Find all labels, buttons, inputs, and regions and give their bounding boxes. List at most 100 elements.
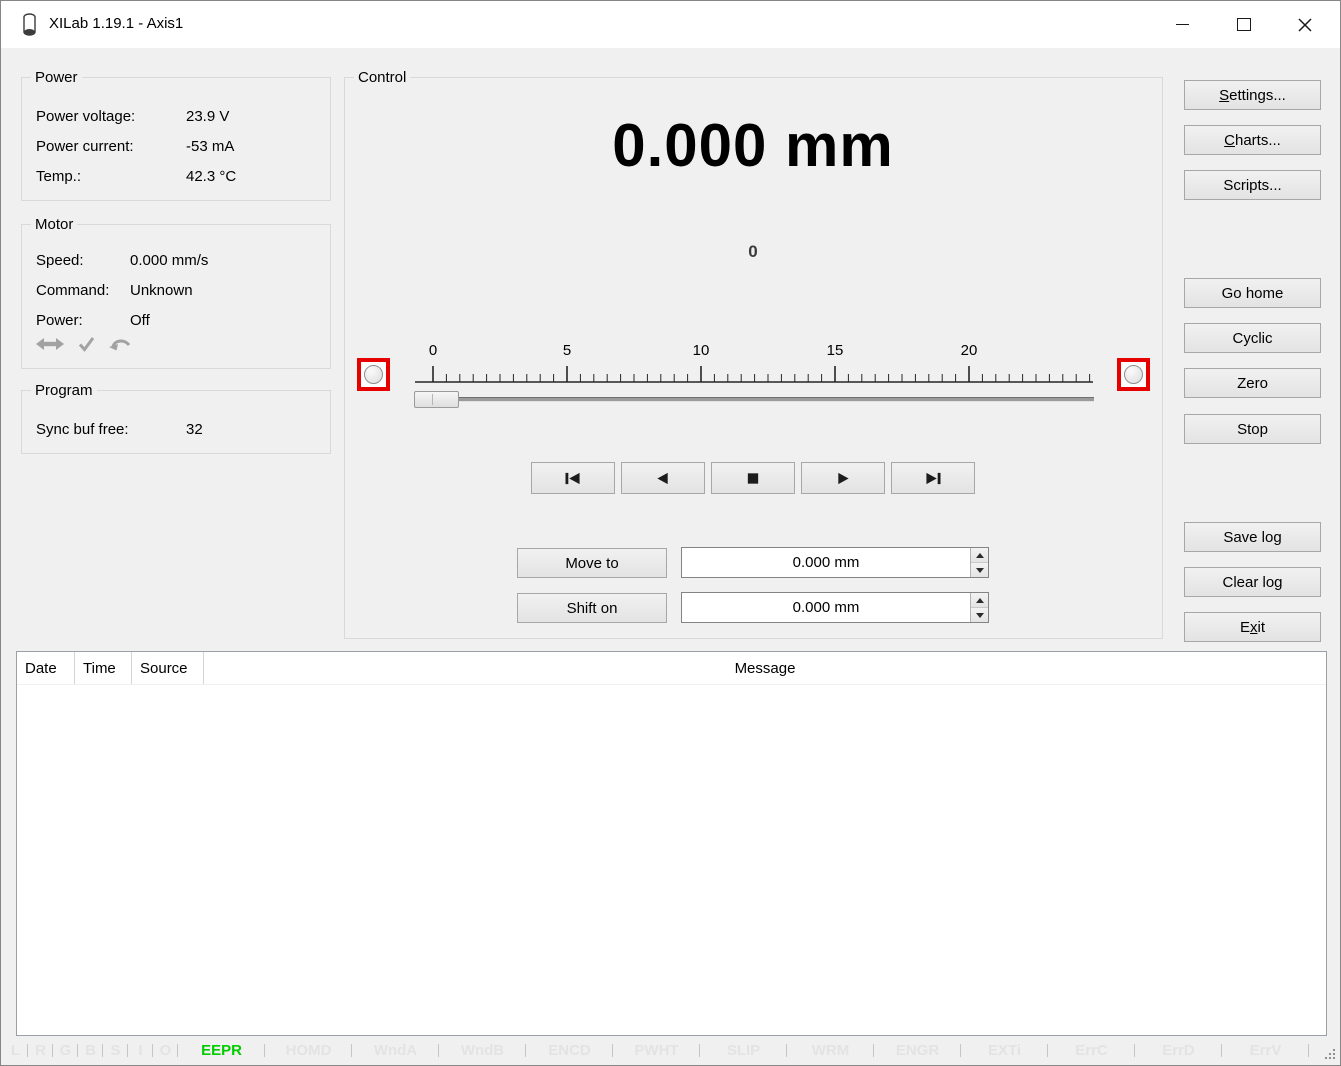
clear-log-button[interactable]: Clear log [1184, 567, 1321, 597]
move-to-button-label: Move to [565, 555, 618, 572]
left-limit-lamp-icon [364, 365, 383, 384]
charts-button-label: Charts... [1224, 132, 1281, 149]
status-bar: L R G B S I O EEPR HOMD WndA WndB ENCD P… [1, 1036, 1340, 1065]
clear-log-button-label: Clear log [1222, 574, 1282, 591]
power-current-label: Power current: [36, 138, 134, 155]
tick-label-0: 0 [429, 342, 437, 359]
status-flag: PWHT [613, 1036, 700, 1065]
encoder-display: 0 [344, 242, 1162, 262]
move-right-button[interactable] [801, 462, 885, 494]
resize-grip[interactable] [1324, 1048, 1336, 1060]
stop-button[interactable]: Stop [1184, 414, 1321, 444]
motor-status-icons [36, 335, 131, 353]
position-slider-track[interactable] [414, 392, 1094, 408]
log-column-time[interactable]: Time [75, 652, 132, 684]
save-log-button-label: Save log [1223, 529, 1281, 546]
right-limit-indicator [1117, 358, 1150, 391]
shift-on-value[interactable]: 0.000 mm [682, 593, 970, 622]
status-flag: B [78, 1036, 103, 1065]
sync-buf-label: Sync buf free: [36, 421, 129, 438]
power-current-value: -53 mA [186, 138, 234, 155]
slider-groove [414, 397, 1094, 402]
scripts-button-label: Scripts... [1223, 177, 1281, 194]
speed-label: Speed: [36, 252, 84, 269]
move-left-button[interactable] [621, 462, 705, 494]
xilab-window: XILab 1.19.1 - Axis1 Power Power voltage… [0, 0, 1341, 1066]
tick-label-20: 20 [961, 342, 978, 359]
speed-value: 0.000 mm/s [130, 252, 208, 269]
shift-on-spin-up-button[interactable] [971, 593, 988, 608]
settings-button-label: Settings... [1219, 87, 1286, 104]
ruler-ticks [414, 365, 1094, 384]
shift-on-spinner [970, 593, 988, 622]
log-column-source[interactable]: Source [132, 652, 204, 684]
charts-button[interactable]: Charts... [1184, 125, 1321, 155]
power-group-title: Power [31, 69, 82, 86]
log-column-message[interactable]: Message [204, 652, 1326, 684]
status-flag: ErrC [1048, 1036, 1135, 1065]
minimize-button[interactable] [1159, 1, 1206, 48]
log-column-date[interactable]: Date [17, 652, 75, 684]
left-right-arrow-icon [36, 335, 64, 353]
status-flag: ErrD [1135, 1036, 1222, 1065]
move-to-button[interactable]: Move to [517, 548, 667, 578]
power-voltage-label: Power voltage: [36, 108, 135, 125]
go-home-button[interactable]: Go home [1184, 278, 1321, 308]
position-slider-handle[interactable] [414, 391, 459, 408]
log-table-header: Date Time Source Message [17, 652, 1326, 685]
right-limit-lamp-icon [1124, 365, 1143, 384]
save-log-button[interactable]: Save log [1184, 522, 1321, 552]
play-left-icon [652, 471, 674, 486]
status-flag: ErrV [1222, 1036, 1309, 1065]
shift-on-button[interactable]: Shift on [517, 593, 667, 623]
motor-power-value: Off [130, 312, 150, 329]
play-right-icon [832, 471, 854, 486]
window-title: XILab 1.19.1 - Axis1 [49, 15, 183, 32]
status-flag: ENCD [526, 1036, 613, 1065]
settings-button[interactable]: Settings... [1184, 80, 1321, 110]
left-limit-indicator [357, 358, 390, 391]
move-to-left-border-button[interactable] [531, 462, 615, 494]
status-flag: I [128, 1036, 153, 1065]
status-flag: WndA [352, 1036, 439, 1065]
status-flag: EXTi [961, 1036, 1048, 1065]
temp-value: 42.3 °C [186, 168, 236, 185]
shift-on-input[interactable]: 0.000 mm [681, 592, 989, 623]
exit-button[interactable]: Exit [1184, 612, 1321, 642]
status-flag: SLIP [700, 1036, 787, 1065]
cyclic-button-label: Cyclic [1233, 330, 1273, 347]
stop-icon [742, 471, 764, 486]
position-display: 0.000 mm [344, 111, 1162, 180]
zero-button[interactable]: Zero [1184, 368, 1321, 398]
status-flag: EEPR [178, 1036, 265, 1065]
shift-on-spin-down-button[interactable] [971, 608, 988, 622]
close-button[interactable] [1281, 1, 1328, 48]
status-flag: ENGR [874, 1036, 961, 1065]
maximize-button[interactable] [1220, 1, 1267, 48]
checkmark-icon [78, 335, 95, 353]
maximize-icon [1237, 18, 1251, 31]
status-flag: G [53, 1036, 78, 1065]
power-voltage-value: 23.9 V [186, 108, 229, 125]
status-flag: WRM [787, 1036, 874, 1065]
status-flag: R [28, 1036, 53, 1065]
move-to-value[interactable]: 0.000 mm [682, 548, 970, 577]
shift-on-button-label: Shift on [567, 600, 618, 617]
move-to-spinner [970, 548, 988, 577]
motor-group-title: Motor [31, 216, 77, 233]
tick-label-15: 15 [827, 342, 844, 359]
stop-motion-button[interactable] [711, 462, 795, 494]
spin-down-icon [976, 568, 984, 573]
go-home-button-label: Go home [1222, 285, 1284, 302]
move-to-spin-up-button[interactable] [971, 548, 988, 563]
cyclic-button[interactable]: Cyclic [1184, 323, 1321, 353]
command-value: Unknown [130, 282, 193, 299]
move-to-spin-down-button[interactable] [971, 563, 988, 577]
spin-up-icon [976, 598, 984, 603]
move-to-right-border-button[interactable] [891, 462, 975, 494]
move-to-input[interactable]: 0.000 mm [681, 547, 989, 578]
app-icon [22, 13, 37, 36]
status-flag: S [103, 1036, 128, 1065]
spin-down-icon [976, 613, 984, 618]
scripts-button[interactable]: Scripts... [1184, 170, 1321, 200]
